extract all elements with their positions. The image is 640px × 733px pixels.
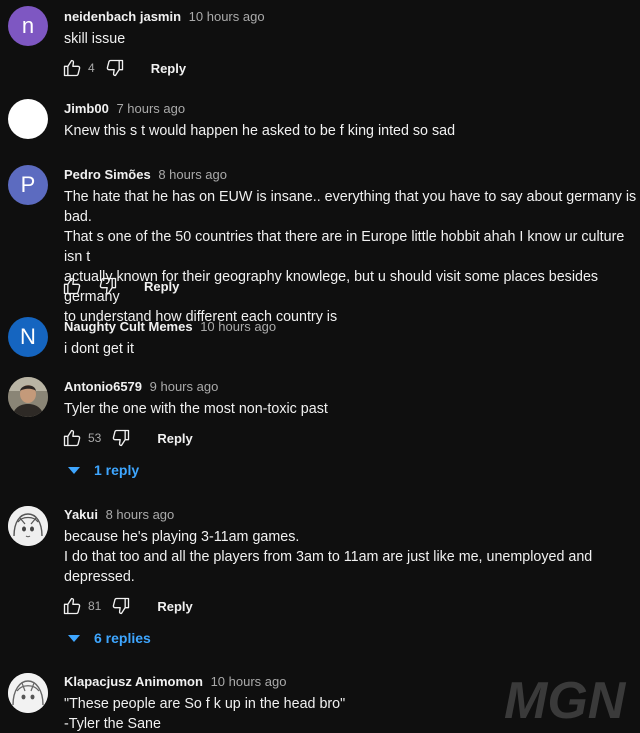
comment-feed: n neidenbach jasmin 10 hours ago skill i…: [0, 0, 640, 733]
thumbs-up-icon[interactable]: [62, 428, 82, 448]
comment-header: Naughty Cult Memes 10 hours ago: [64, 319, 276, 334]
thumbs-down-icon[interactable]: [111, 428, 131, 448]
comment-header: Yakui 8 hours ago: [64, 507, 174, 522]
timestamp[interactable]: 10 hours ago: [200, 319, 276, 334]
replies-count: 6 replies: [94, 630, 151, 646]
comment-header: Pedro Simões 8 hours ago: [64, 167, 227, 182]
avatar[interactable]: N: [8, 317, 48, 357]
author-name[interactable]: Naughty Cult Memes: [64, 319, 193, 334]
avatar[interactable]: [8, 99, 48, 139]
avatar-letter: P: [20, 172, 36, 197]
comment-header: Jimb00 7 hours ago: [64, 101, 185, 116]
comment-actions: 4 Reply: [62, 56, 186, 80]
avatar-letter: N: [20, 324, 36, 349]
reply-button[interactable]: Reply: [157, 431, 192, 446]
comment-actions: 53 Reply: [62, 426, 193, 450]
watermark-text: MGN: [504, 672, 627, 724]
comment-text: Tyler the one with the most non-toxic pa…: [64, 401, 328, 417]
comment-text: i dont get it: [64, 341, 134, 357]
photo-avatar[interactable]: [8, 377, 48, 417]
author-name[interactable]: Antonio6579: [64, 379, 142, 394]
avatar[interactable]: n: [8, 6, 48, 46]
mgn-watermark-logo: MGN: [504, 672, 627, 724]
comment-actions: 81 Reply: [62, 594, 193, 618]
reply-button[interactable]: Reply: [144, 279, 179, 294]
like-count: 81: [88, 599, 102, 613]
comment-text: The hate that he has on EUW is insane.. …: [64, 189, 637, 325]
anime-avatar[interactable]: [8, 506, 48, 546]
author-name[interactable]: neidenbach jasmin: [64, 9, 181, 24]
avatar[interactable]: P: [8, 165, 48, 205]
avatar-letter: n: [21, 13, 35, 38]
thumbs-down-icon[interactable]: [98, 276, 118, 296]
comment-text: skill issue: [64, 31, 126, 47]
timestamp[interactable]: 8 hours ago: [106, 507, 175, 522]
thumbs-down-icon[interactable]: [105, 58, 125, 78]
timestamp[interactable]: 10 hours ago: [211, 674, 287, 689]
caret-down-icon: [68, 630, 80, 646]
comment-text: because he's playing 3-11am games. I do …: [64, 529, 593, 585]
reply-button[interactable]: Reply: [151, 61, 186, 76]
thumbs-up-icon[interactable]: [62, 276, 82, 296]
view-replies-button[interactable]: 1 reply: [68, 462, 139, 478]
replies-count: 1 reply: [94, 462, 140, 478]
anime-character-icon: [8, 506, 48, 546]
timestamp[interactable]: 10 hours ago: [189, 9, 265, 24]
anime-avatar[interactable]: [8, 673, 48, 713]
comment-header: neidenbach jasmin 10 hours ago: [64, 9, 265, 24]
caret-down-icon: [68, 462, 80, 478]
person-photo-icon: [8, 377, 48, 417]
author-name[interactable]: Pedro Simões: [64, 167, 151, 182]
comment-header: Klapacjusz Animomon 10 hours ago: [64, 674, 286, 689]
like-count: 53: [88, 431, 102, 445]
thumbs-up-icon[interactable]: [62, 596, 82, 616]
thumbs-down-icon[interactable]: [111, 596, 131, 616]
timestamp[interactable]: 7 hours ago: [116, 101, 185, 116]
view-replies-button[interactable]: 6 replies: [68, 630, 151, 646]
reply-button[interactable]: Reply: [157, 599, 192, 614]
author-name[interactable]: Yakui: [64, 507, 98, 522]
timestamp[interactable]: 9 hours ago: [150, 379, 219, 394]
timestamp[interactable]: 8 hours ago: [158, 167, 227, 182]
author-name[interactable]: Klapacjusz Animomon: [64, 674, 203, 689]
like-count: 4: [88, 61, 95, 75]
thumbs-up-icon[interactable]: [62, 58, 82, 78]
comment-header: Antonio6579 9 hours ago: [64, 379, 218, 394]
comment-text: Knew this s t would happen he asked to b…: [64, 123, 456, 139]
anime-character-icon: [8, 673, 48, 713]
comment-actions: Reply: [62, 274, 179, 298]
author-name[interactable]: Jimb00: [64, 101, 109, 116]
